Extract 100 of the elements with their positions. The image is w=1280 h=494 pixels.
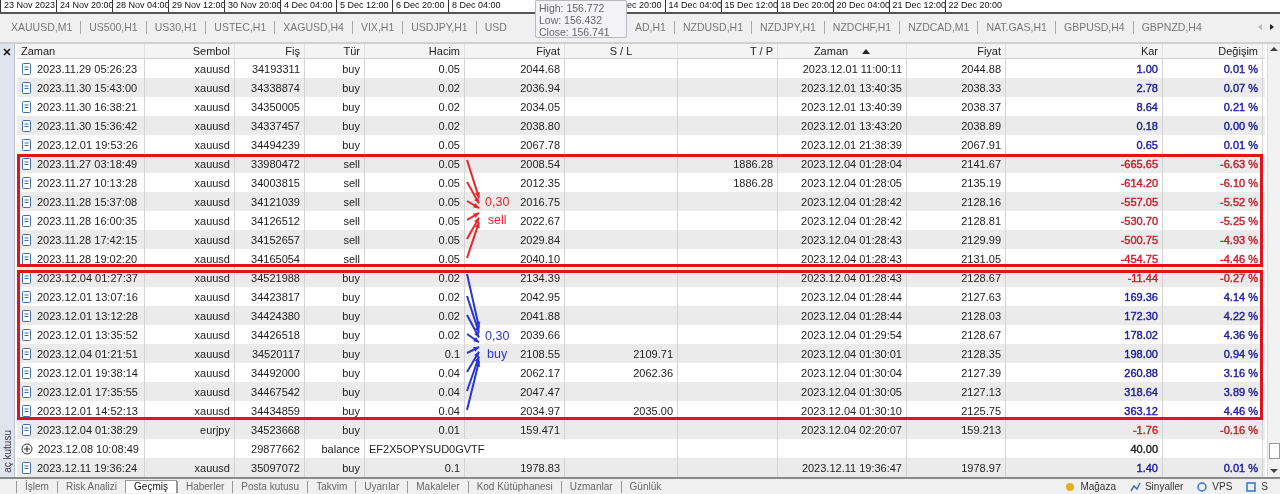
chart-tab[interactable]: XAUUSD,M1 [0,20,81,34]
globe-icon[interactable] [1197,481,1209,492]
chart-tab[interactable]: USDJPY,H1 [402,20,476,34]
table-cell: 2023.12.01 13:07:16 [37,290,138,303]
column-header[interactable]: T / P [678,44,778,58]
panel-tab[interactable]: Makaleler [407,480,468,493]
table-cell: buy [342,271,360,284]
table-cell: -614.20 [1120,176,1158,189]
table-cell: 4.46 % [1223,404,1258,417]
panel-tab[interactable]: Kod Kütüphanesi [467,480,561,493]
table-cell: 260.88 [1124,366,1158,379]
chart-tab[interactable]: XAGUSD,H4 [274,20,352,34]
table-row[interactable]: 2023.12.01 17:35:55 xauusd 34467542 buy 0.04 2047.47 2023.12.04 01:30:05 2127.13 318.64 3.89 % [17,382,1265,401]
panel-tab[interactable]: Uyarılar [355,480,408,493]
panel-tab[interactable]: Haberler [176,480,233,493]
table-cell: 2029.84 [520,233,560,246]
chart-tab[interactable]: US500,H1 [80,20,146,34]
table-row[interactable]: 2023.12.04 01:38:29 eurjpy 34523668 buy 0.01 159.471 2023.12.04 02:20:07 159.213 -1.76 -0.16 % [17,420,1265,439]
table-cell: 2108.55 [520,347,560,360]
table-cell: xauusd [194,290,230,303]
table-cell: -5.52 % [1220,195,1258,208]
table-cell: sell [343,195,360,208]
chart-tab[interactable]: GBPUSD,H4 [1054,20,1133,34]
table-cell: 2127.63 [961,290,1001,303]
column-header[interactable]: Değişim [1163,44,1263,58]
table-cell: 34121039 [251,195,300,208]
toolbar-link[interactable]: Mağaza [1080,481,1116,492]
chart-tab[interactable]: GBPNZD,H4 [1132,20,1210,34]
table-row[interactable]: 2023.11.28 17:42:15 xauusd 34152657 sell 0.05 2029.84 2023.12.04 01:28:43 2129.99 -500.75 -4.93 % [17,230,1265,249]
table-cell: 363.12 [1124,404,1158,417]
toolbox-label[interactable]: aç kutusu [1,430,13,473]
column-header[interactable]: S / L [565,44,678,58]
table-cell: -6.63 % [1220,157,1258,170]
axis-label: 4 Dec 04:00 [280,0,336,12]
table-cell: buy [342,81,360,94]
table-cell: 4.14 % [1223,290,1258,303]
panel-tab[interactable]: Takvim [307,480,356,493]
annotation-text: buy [487,346,508,363]
table-row[interactable]: 2023.11.30 15:43:00 xauusd 34338874 buy 0.02 2036.94 2023.12.01 13:40:35 2038.33 2.78 0.07 % [17,78,1265,97]
table-cell: 0.05 [438,252,460,265]
table-cell: 2034.97 [520,404,560,417]
chart-tab[interactable]: NZDCHF,H1 [823,20,900,34]
panel-tab[interactable]: Geçmiş [125,480,177,493]
table-cell: 2023.11.28 16:00:35 [37,214,138,227]
scroll-right-icon[interactable] [1269,23,1276,31]
table-cell: 34338874 [251,81,300,94]
table-cell: 34350005 [251,100,300,113]
table-cell: xauusd [194,157,230,170]
column-header[interactable]: Fiyat [907,44,1006,58]
table-cell: 0.02 [438,119,460,132]
table-row[interactable]: 2023.12.01 13:12:28 xauusd 34424380 buy 0.02 2041.88 2023.12.04 01:28:44 2128.03 172.30 4.22 % [17,306,1265,325]
column-header[interactable]: Zaman [17,44,145,58]
table-cell: 34165054 [251,252,300,265]
table-cell: 2034.05 [520,100,560,113]
chart-tab[interactable]: USD [475,20,515,34]
column-header[interactable]: Zaman [778,44,907,58]
toolbar-link[interactable]: Sinyaller [1144,481,1184,492]
table-cell: -6.10 % [1220,176,1258,189]
scrollbar-thumb[interactable] [1269,443,1280,459]
table-cell: xauusd [194,404,230,417]
table-cell: 2023.12.04 01:30:01 [801,347,902,360]
table-cell: 2062.36 [633,366,673,379]
tooltip-line: Low: 156.432 [539,14,604,26]
table-cell: 0.21 % [1223,100,1258,113]
column-header[interactable]: Kar [1006,44,1163,58]
table-cell: 2023.12.04 01:38:29 [37,423,138,436]
chart-tab[interactable]: NAT.GAS,H1 [977,20,1055,34]
column-header[interactable]: Hacim [365,44,465,58]
panel-tab[interactable]: Günlük [620,480,670,493]
chart-tab[interactable]: VIX,H1 [351,20,403,34]
table-cell: 1978.97 [961,461,1001,474]
panel-tab[interactable]: Uzmanlar [560,480,621,493]
chart-tab[interactable]: US30,H1 [145,20,206,34]
close-icon[interactable] [3,48,11,56]
toolbar-link[interactable]: S [1261,481,1268,492]
chart-line-icon[interactable] [1129,481,1141,492]
panel-tab[interactable]: İşlem [16,480,57,493]
chart-tab[interactable]: NZDJPY,H1 [751,20,824,34]
table-row[interactable]: 2023.12.11 19:36:24 xauusd 35097072 buy 0.1 1978.83 2023.12.11 19:36:47 1978.97 1.40 0.01 % [17,458,1265,477]
table-row[interactable]: 2023.11.30 15:36:42 xauusd 34337457 buy 0.02 2038.80 2023.12.01 13:43:20 2038.89 0.18 0.00 % [17,116,1265,135]
axis-label: 18 Dec 20:00 [776,0,833,12]
chart-tab[interactable]: NZDCAD,M1 [899,20,978,34]
column-header[interactable]: Fiyat [465,44,565,58]
table-cell: 0.1 [444,347,460,360]
axis-label: 8 Dec 04:00 [448,0,504,12]
chart-tab[interactable]: USTEC,H1 [205,20,275,34]
square-icon[interactable] [1246,481,1258,492]
column-header[interactable]: Tür [305,44,365,58]
panel-tab[interactable]: Posta kutusu [232,480,308,493]
chart-tab[interactable]: NZDUSD,H1 [673,20,752,34]
chart-tab[interactable]: AD,H1 [627,20,674,34]
table-cell: 2023.12.04 01:21:51 [37,347,138,360]
column-header[interactable]: Sembol [145,44,235,58]
table-cell: -1.76 [1132,423,1158,436]
toolbar-link[interactable]: VPS [1212,481,1233,492]
table-cell: 0.01 [438,423,460,436]
table-cell: 2023.12.04 01:27:37 [37,271,138,284]
table-cell: 2128.16 [961,195,1001,208]
column-header[interactable]: Fiş [235,44,305,58]
table-cell: 0.02 [438,271,460,284]
